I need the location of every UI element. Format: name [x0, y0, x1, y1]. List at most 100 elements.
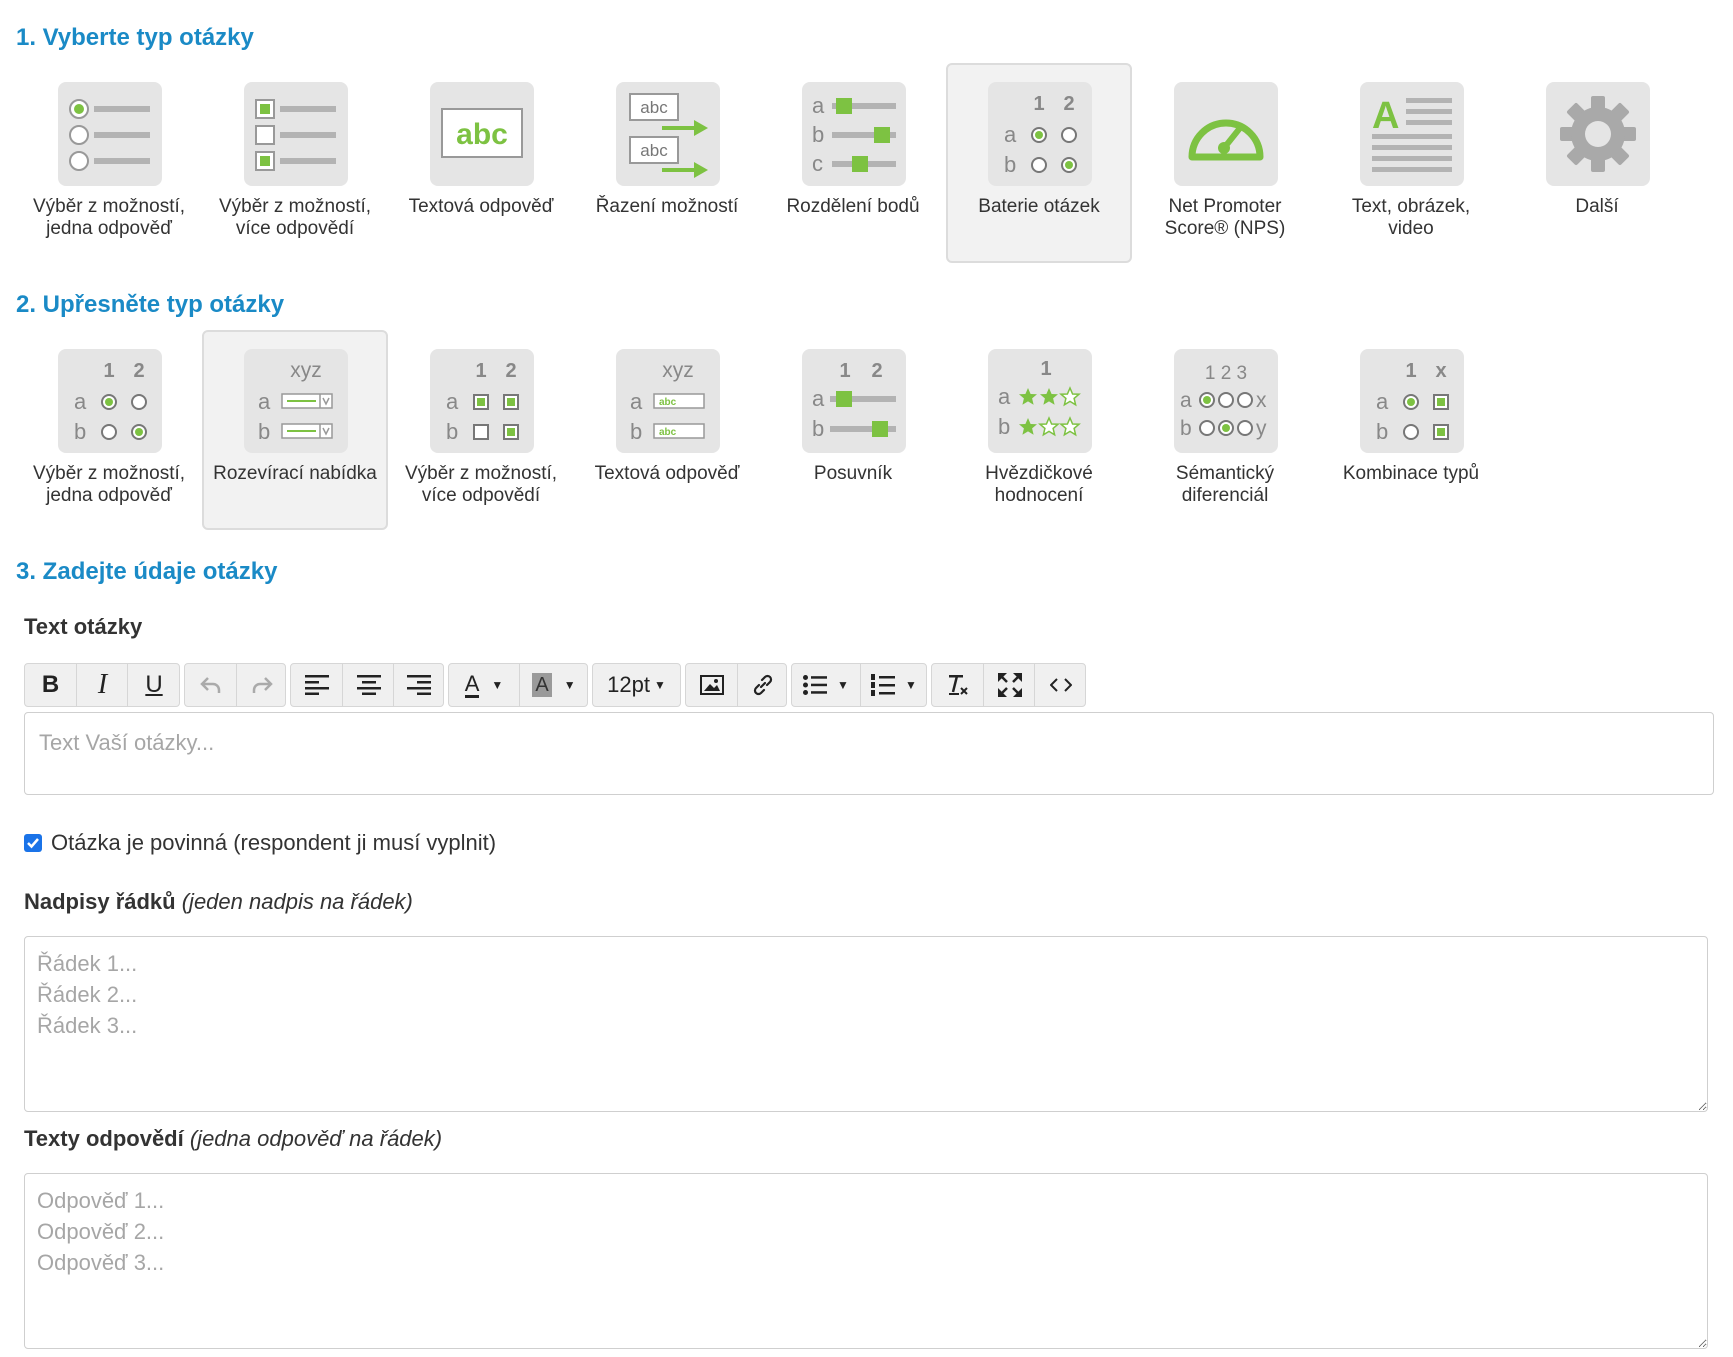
icon-text: a — [258, 389, 271, 414]
undo-button[interactable] — [185, 664, 236, 706]
row-headings-label-text: Nadpisy řádků — [24, 889, 176, 914]
font-color-button[interactable]: A ▼ — [449, 664, 519, 706]
question-type-question-battery[interactable]: 1 2 a b Baterie otázek — [946, 63, 1132, 263]
icon-text: 2 — [133, 360, 144, 382]
icon-text: a — [1376, 389, 1389, 414]
tile-label: Hvězdičkové hodnocení — [985, 463, 1093, 506]
icon-text: b — [630, 419, 642, 444]
required-checkbox-label: Otázka je povinná (respondent ji musí vy… — [51, 830, 497, 855]
background-color-glyph: A — [532, 673, 552, 697]
question-type-points-distribution[interactable]: a b c Rozdělení bodů — [760, 63, 946, 263]
toolbar-group-history — [184, 663, 286, 707]
text-image-video-icon: A — [1360, 82, 1464, 186]
tile-label: Kombinace typů — [1342, 463, 1480, 484]
icon-text: 1 — [1040, 358, 1051, 380]
question-text-editor[interactable]: Text Vaší otázky... — [24, 712, 1714, 795]
align-left-button[interactable] — [291, 664, 342, 706]
italic-button[interactable]: I — [76, 664, 128, 706]
question-type-more[interactable]: Další — [1504, 63, 1690, 263]
undo-icon — [199, 677, 220, 693]
toolbar-group-align — [290, 663, 444, 707]
subtype-single-choice[interactable]: 1 2 a b Výběr z možností, jedna odpověď — [16, 330, 202, 530]
tile-label: Další — [1575, 196, 1619, 217]
battery-single-choice-icon: 1 2 a b — [58, 349, 162, 453]
chevron-down-icon: ▼ — [905, 678, 917, 692]
battery-semantic-differential-icon: 1 2 3 a x b y — [1174, 349, 1278, 453]
chevron-down-icon: ▼ — [491, 678, 504, 692]
fullscreen-button[interactable] — [983, 664, 1035, 706]
toolbar-group-size: 12pt ▼ — [592, 663, 681, 707]
subtype-text-answer[interactable]: xyz a abc b abc Textová odpověď — [574, 330, 760, 530]
icon-text: b — [258, 419, 270, 444]
chevron-down-icon: ▼ — [653, 678, 666, 692]
source-code-button[interactable] — [1034, 664, 1086, 706]
icon-text: a — [812, 93, 825, 118]
numbered-list-icon — [871, 674, 896, 696]
toolbar-group-format: B I U — [24, 663, 180, 707]
toolbar-group-tools — [931, 663, 1086, 707]
align-right-icon — [407, 675, 431, 695]
subtype-star-rating[interactable]: 1 a b Hvězdičkové hodnocení — [946, 330, 1132, 530]
icon-text: abc — [456, 118, 508, 151]
toolbar-group-color: A ▼ A ▼ — [448, 663, 588, 707]
align-center-button[interactable] — [342, 664, 394, 706]
icon-text: x — [1435, 360, 1446, 382]
answer-texts-hint: (jedna odpověď na řádek) — [189, 1126, 443, 1151]
icon-text: a — [446, 389, 459, 414]
tile-label: Výběr z možností, jedna odpověď — [32, 463, 186, 506]
question-type-ordering[interactable]: abc abc Řazení možností — [574, 63, 760, 263]
question-type-nps[interactable]: Net Promoter Score® (NPS) — [1132, 63, 1318, 263]
question-type-text-answer[interactable]: abc Textová odpověď — [388, 63, 574, 263]
nps-gauge-icon — [1174, 82, 1278, 186]
subtype-multiple-choice[interactable]: 1 2 a b Výběr z možností, více odpovědí — [388, 330, 574, 530]
icon-text: 1 — [839, 360, 850, 382]
fullscreen-icon — [997, 673, 1022, 697]
clear-formatting-button[interactable] — [932, 664, 983, 706]
battery-star-rating-icon: 1 a b — [988, 349, 1092, 453]
multiple-choice-icon — [244, 82, 348, 186]
answer-texts-label: Texty odpovědí (jedna odpověď na řádek) — [24, 1126, 442, 1152]
align-right-button[interactable] — [393, 664, 444, 706]
underline-button[interactable]: U — [127, 664, 180, 706]
subtype-combination[interactable]: 1 x a b Kombinace typů — [1318, 330, 1504, 530]
battery-slider-icon: 1 2 a b — [802, 349, 906, 453]
tile-label: Net Promoter Score® (NPS) — [1164, 196, 1286, 239]
font-color-glyph: A — [464, 670, 480, 698]
numbered-list-button[interactable]: ▼ — [860, 664, 927, 706]
icon-text: abc — [640, 98, 668, 117]
question-text-label: Text otázky — [24, 614, 143, 639]
background-color-button[interactable]: A ▼ — [519, 664, 588, 706]
step-3-title: 3. Zadejte údaje otázky — [16, 558, 278, 585]
icon-text: a — [1180, 389, 1192, 412]
icon-text: 2 — [1063, 93, 1074, 115]
required-checkbox[interactable] — [24, 834, 42, 852]
subtype-semantic-differential[interactable]: 1 2 3 a x b y Sémantický diferenciál — [1132, 330, 1318, 530]
gear-icon — [1546, 82, 1650, 186]
link-icon — [753, 674, 772, 696]
answer-texts-textarea[interactable] — [24, 1173, 1708, 1349]
subtype-slider[interactable]: 1 2 a b Posuvník — [760, 330, 946, 530]
question-type-text-image-video[interactable]: A Text, obrázek, video — [1318, 63, 1504, 263]
code-icon — [1049, 678, 1072, 692]
font-size-dropdown[interactable]: 12pt ▼ — [593, 664, 680, 706]
redo-icon — [252, 677, 273, 693]
icon-text: 1 — [103, 360, 114, 382]
insert-link-button[interactable] — [737, 664, 787, 706]
bullet-list-button[interactable]: ▼ — [792, 664, 860, 706]
tile-label: Rozdělení bodů — [786, 196, 920, 217]
question-type-single-choice[interactable]: Výběr z možností, jedna odpověď — [16, 63, 202, 263]
tile-label: Sémantický diferenciál — [1175, 463, 1275, 506]
icon-text: abc — [640, 141, 668, 160]
subtype-dropdown[interactable]: xyz a b Rozevírací nabídka — [202, 330, 388, 530]
icon-text: A — [1372, 95, 1399, 137]
question-type-multiple-choice[interactable]: Výběr z možností, více odpovědí — [202, 63, 388, 263]
icon-text: xyz — [290, 359, 322, 382]
redo-button[interactable] — [236, 664, 286, 706]
icon-text: c — [812, 151, 823, 176]
icon-text: 1 — [1033, 93, 1044, 115]
ordering-icon: abc abc — [616, 82, 720, 186]
question-battery-icon: 1 2 a b — [988, 82, 1092, 186]
insert-image-button[interactable] — [686, 664, 737, 706]
row-headings-textarea[interactable] — [24, 936, 1708, 1112]
bold-button[interactable]: B — [25, 664, 76, 706]
